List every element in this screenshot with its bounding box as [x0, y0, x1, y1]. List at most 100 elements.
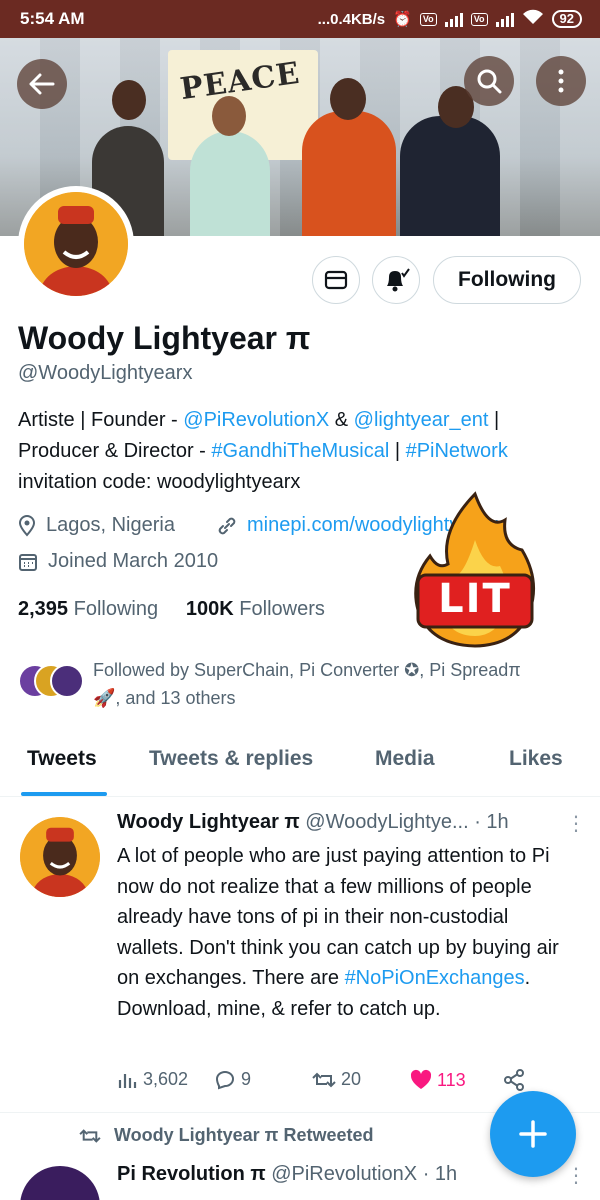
- tweet-header: Woody Lightyear π @WoodyLightye... · 1h: [117, 811, 587, 834]
- followers-label: Followers: [239, 598, 325, 620]
- location-row: Lagos, Nigeria: [18, 514, 175, 537]
- tweet2-avatar[interactable]: [20, 1166, 100, 1200]
- status-time: 5:54 AM: [20, 9, 85, 28]
- share-action[interactable]: [503, 1069, 525, 1091]
- following-count-link[interactable]: 2,395 Following: [18, 598, 158, 620]
- followers-count-link[interactable]: 100K Followers: [186, 598, 325, 620]
- tweet-text: A lot of people who are just paying atte…: [117, 841, 577, 1024]
- views-action[interactable]: 3,602: [117, 1069, 188, 1090]
- poster-text: PEACE: [178, 55, 303, 108]
- plus-icon: [519, 1120, 547, 1148]
- notifications-button[interactable]: [372, 256, 420, 304]
- signal-icon: [444, 11, 463, 27]
- tweet-avatar[interactable]: [20, 817, 100, 897]
- volte-icon: Vo: [419, 12, 437, 26]
- avatar-image: [24, 192, 128, 296]
- retweet-action[interactable]: 20: [311, 1069, 361, 1090]
- profile-bio: Artiste | Founder - @PiRevolutionX & @li…: [18, 405, 588, 498]
- tweet[interactable]: Woody Lightyear π @WoodyLightye... · 1h …: [0, 797, 600, 1113]
- retweet-small-icon: [79, 1128, 101, 1143]
- tweet-author[interactable]: Woody Lightyear π: [117, 811, 300, 833]
- tab-likes[interactable]: Likes: [509, 747, 563, 771]
- banner-person-4: [400, 116, 500, 236]
- bio-text: &: [329, 409, 354, 431]
- back-button[interactable]: [17, 59, 67, 109]
- active-tab-indicator: [21, 792, 107, 796]
- share-icon: [504, 1069, 524, 1091]
- banner-person-2: [190, 131, 270, 236]
- tweet-time: · 1h: [474, 811, 509, 833]
- retweet-notice-text: Woody Lightyear π Retweeted: [114, 1125, 374, 1145]
- status-bar: 5:54 AM ...0.4KB/s ⏰ Vo Vo 92: [0, 0, 600, 38]
- lit-fire-sticker: LIT: [410, 490, 540, 650]
- followed-by-avatars: [18, 662, 84, 702]
- tweet2-more-icon[interactable]: ⋮: [566, 1163, 586, 1188]
- more-options-button[interactable]: [536, 56, 586, 106]
- tab-tweets-replies[interactable]: Tweets & replies: [149, 747, 313, 771]
- tweet-actions: 3,602 9 20 113: [117, 1069, 587, 1093]
- tweet-avatar-illustration: [20, 817, 100, 897]
- bio-text: |: [389, 440, 406, 462]
- volte-icon-2: Vo: [470, 12, 488, 26]
- battery-icon: 92: [551, 10, 582, 28]
- joined-row: Joined March 2010: [18, 550, 218, 573]
- profile-avatar[interactable]: [18, 186, 134, 302]
- banner-person-3: [302, 111, 396, 236]
- signal-icon-2: [495, 11, 514, 27]
- hashtag-gandhithemusical[interactable]: #GandhiTheMusical: [211, 440, 389, 462]
- alarm-icon: ⏰: [393, 11, 412, 28]
- like-count: 113: [437, 1069, 466, 1090]
- followed-by-text: Followed by SuperChain, Pi Converter ✪, …: [93, 656, 583, 712]
- retweet-notice[interactable]: Woody Lightyear π Retweeted: [78, 1125, 374, 1146]
- tab-media[interactable]: Media: [375, 747, 435, 771]
- mention-pirevolutionx[interactable]: @PiRevolutionX: [183, 409, 329, 431]
- hashtag-pinetwork[interactable]: #PiNetwork: [406, 440, 508, 462]
- follower-avatar-3: [50, 664, 84, 698]
- tweet2-author[interactable]: Pi Revolution π: [117, 1163, 266, 1185]
- following-label: Following: [73, 598, 159, 620]
- bio-text: Artiste | Founder -: [18, 409, 184, 431]
- network-speed: ...0.4KB/s: [317, 10, 386, 28]
- bio-text: |: [488, 409, 500, 431]
- rocket-icon: 🚀: [93, 688, 116, 708]
- compose-tweet-button[interactable]: [490, 1091, 576, 1177]
- hashtag-nopionexchanges[interactable]: #NoPiOnExchanges: [345, 967, 525, 989]
- status-indicators: ...0.4KB/s ⏰ Vo Vo 92: [318, 9, 582, 29]
- profile-tabs: Tweets Tweets & replies Media Likes: [0, 735, 600, 797]
- follow-counts: 2,395 Following 100K Followers: [18, 598, 325, 621]
- lit-text: LIT: [438, 576, 512, 622]
- message-button[interactable]: [312, 256, 360, 304]
- like-action[interactable]: 113: [409, 1069, 466, 1091]
- followed-by-line-1: Followed by SuperChain, Pi Converter ✪, …: [93, 660, 521, 680]
- joined-text: Joined March 2010: [48, 550, 219, 572]
- followed-by-line-2: , and 13 others: [115, 688, 236, 708]
- followed-by[interactable]: Followed by SuperChain, Pi Converter ✪, …: [18, 656, 588, 716]
- following-count: 2,395: [18, 598, 69, 620]
- profile-handle: @WoodyLightyearx: [18, 362, 193, 384]
- banner-head-1: [112, 80, 146, 120]
- location-pin-icon: [18, 514, 36, 537]
- reply-action[interactable]: 9: [215, 1069, 251, 1090]
- wifi-icon: [522, 9, 544, 29]
- back-arrow-icon: [29, 73, 55, 95]
- mention-lightyear-ent[interactable]: @lightyear_ent: [354, 409, 489, 431]
- bell-icon: [387, 268, 410, 292]
- avatar-illustration: [24, 192, 128, 296]
- more-vertical-icon: [558, 69, 564, 93]
- banner-head-3: [330, 78, 366, 120]
- following-button[interactable]: Following: [433, 256, 581, 304]
- location-text: Lagos, Nigeria: [46, 514, 175, 536]
- views-chart-icon: [118, 1073, 137, 1088]
- bio-line-2: Producer & Director - #GandhiTheMusical …: [18, 436, 588, 467]
- search-icon: [477, 69, 502, 94]
- link-icon: [218, 517, 236, 534]
- bio-text: Producer & Director -: [18, 440, 212, 462]
- tweet2-handle: @PiRevolutionX: [271, 1163, 418, 1185]
- tab-tweets[interactable]: Tweets: [27, 747, 97, 771]
- reply-count: 9: [241, 1069, 252, 1089]
- search-button[interactable]: [464, 56, 514, 106]
- tweet2-time: · 1h: [422, 1163, 458, 1185]
- envelope-icon: [324, 270, 348, 290]
- tweet-more-icon[interactable]: ⋮: [566, 811, 586, 836]
- banner-head-2: [212, 96, 246, 136]
